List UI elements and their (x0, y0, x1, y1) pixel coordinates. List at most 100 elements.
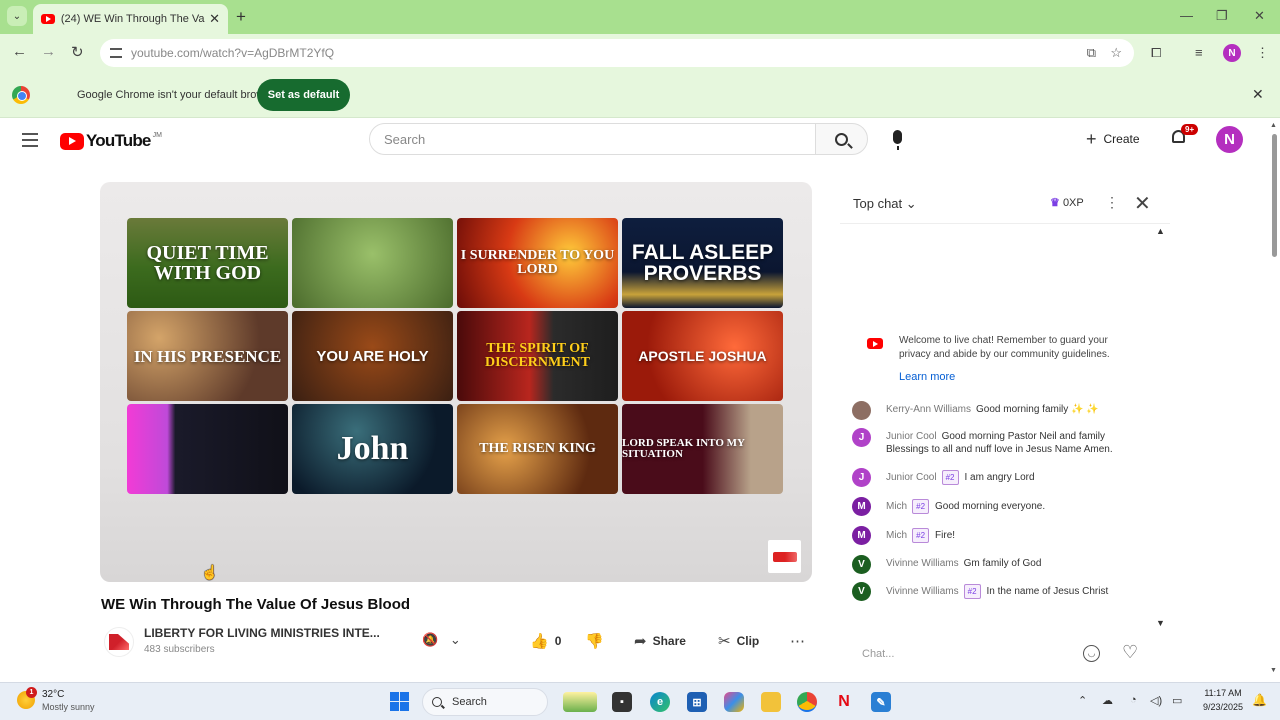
chat-author-avatar[interactable]: J (852, 468, 871, 487)
weather-temperature[interactable]: 32°C (42, 689, 64, 700)
app-icon[interactable]: ✎ (871, 692, 891, 712)
video-player[interactable]: QUIET TIME WITH GOD I SURRENDER TO YOU L… (100, 182, 812, 582)
clock-time[interactable]: 11:17 AM (1199, 688, 1247, 698)
chat-author-name[interactable]: Junior Cool (886, 431, 937, 442)
notification-center-icon[interactable]: 🔔 (1252, 693, 1267, 707)
scroll-down-icon[interactable]: ▼ (1270, 667, 1277, 674)
learn-more-link[interactable]: Learn more (899, 371, 1127, 383)
notification-settings-button[interactable]: 🔕 ⌄ (422, 632, 461, 648)
back-icon[interactable]: ← (12, 43, 27, 60)
volume-icon[interactable]: ◁) (1150, 694, 1162, 707)
taskbar-search[interactable]: Search (422, 688, 548, 716)
search-input[interactable] (384, 131, 784, 147)
windows-start-icon[interactable] (390, 692, 409, 711)
chat-scroll-down-icon[interactable]: ▼ (1156, 618, 1165, 628)
store-icon[interactable]: ⊞ (687, 692, 707, 712)
chat-close-icon[interactable]: ✕ (1134, 191, 1151, 216)
file-explorer-icon[interactable] (761, 692, 781, 712)
chat-author-avatar[interactable]: V (852, 582, 871, 601)
end-screen-video[interactable] (292, 218, 453, 308)
like-button[interactable]: 👍 0 (530, 632, 561, 650)
bookmark-star-icon[interactable]: ☆ (1110, 45, 1122, 61)
chat-mode-selector[interactable]: Top chat ⌄ (853, 196, 917, 212)
install-app-icon[interactable]: ⧉ (1087, 45, 1096, 61)
search-button[interactable] (815, 123, 868, 155)
end-screen-video[interactable]: APOSTLE JOSHUA (622, 311, 783, 401)
chrome-profile-avatar[interactable]: N (1223, 44, 1241, 62)
wifi-icon[interactable]: ◔ (1130, 694, 1137, 706)
end-screen-video[interactable]: QUIET TIME WITH GOD (127, 218, 288, 308)
widgets-icon[interactable] (563, 692, 597, 712)
chat-author-avatar[interactable] (852, 401, 871, 420)
account-avatar[interactable]: N (1216, 126, 1243, 153)
chat-author-name[interactable]: Vivinne Williams (886, 586, 959, 597)
chrome-menu-icon[interactable]: ⋮ (1256, 45, 1269, 61)
reload-icon[interactable]: ↻ (71, 43, 84, 61)
clip-button[interactable]: ✂ Clip (718, 632, 759, 650)
end-screen-video[interactable]: IN HIS PRESENCE (127, 311, 288, 401)
site-info-icon[interactable] (110, 48, 122, 58)
search-box[interactable] (369, 123, 816, 155)
chat-author-avatar[interactable]: J (852, 428, 871, 447)
browser-tab[interactable]: (24) WE Win Through The Value ✕ (33, 4, 228, 34)
more-actions-button[interactable]: ⋯ (790, 632, 811, 650)
task-view-icon[interactable]: ▪ (612, 692, 632, 712)
chat-author-name[interactable]: Vivinne Williams (886, 558, 959, 569)
chat-author-name[interactable]: Mich (886, 530, 907, 541)
set-as-default-button[interactable]: Set as default (257, 79, 350, 111)
chat-more-icon[interactable]: ⋮ (1105, 194, 1119, 211)
extensions-icon[interactable]: ⧠ (1151, 45, 1161, 61)
end-screen-video[interactable] (127, 404, 288, 494)
chat-author-name[interactable]: Junior Cool (886, 472, 937, 483)
window-close-icon[interactable]: ✕ (1254, 8, 1265, 24)
weather-description[interactable]: Mostly sunny (42, 702, 95, 712)
address-bar[interactable]: youtube.com/watch?v=AgDBrMT2YfQ ☆ ⧉ (100, 39, 1134, 67)
clock-date[interactable]: 9/23/2025 (1199, 702, 1247, 712)
end-screen-video[interactable]: LORD SPEAK INTO MY SITUATION (622, 404, 783, 494)
end-screen-video[interactable]: John (292, 404, 453, 494)
chat-scroll-up-icon[interactable]: ▲ (1156, 226, 1165, 236)
netflix-icon[interactable]: N (834, 692, 854, 712)
infobar-close-icon[interactable]: ✕ (1252, 86, 1264, 103)
scrollbar-thumb[interactable] (1272, 134, 1277, 257)
minimize-icon[interactable]: — (1180, 8, 1193, 23)
emoji-icon[interactable]: ◡ (1083, 645, 1100, 662)
chat-author-avatar[interactable]: M (852, 497, 871, 516)
copilot-icon[interactable] (724, 692, 744, 712)
tab-close-icon[interactable]: ✕ (209, 11, 220, 27)
end-screen-video[interactable]: YOU ARE HOLY (292, 311, 453, 401)
tab-search-dropdown[interactable]: ⌄ (7, 6, 27, 26)
battery-icon[interactable]: ▭ (1172, 694, 1182, 707)
channel-avatar[interactable] (104, 627, 134, 657)
guide-menu-icon[interactable] (22, 133, 38, 151)
chat-author-name[interactable]: Mich (886, 501, 907, 512)
channel-name[interactable]: LIBERTY FOR LIVING MINISTRIES INTE... (144, 626, 380, 640)
end-screen-video[interactable]: THE SPIRIT OF DISCERNMENT (457, 311, 618, 401)
heart-icon[interactable]: ♡ (1122, 642, 1138, 663)
chat-input[interactable]: Chat... (862, 648, 1052, 660)
page-scrollbar[interactable]: ▲ ▼ (1268, 122, 1280, 682)
scroll-up-icon[interactable]: ▲ (1270, 122, 1277, 129)
edge-icon[interactable]: e (650, 692, 670, 712)
channel-watermark[interactable] (768, 540, 801, 573)
maximize-icon[interactable]: ❐ (1216, 8, 1228, 24)
chat-author-avatar[interactable]: M (852, 526, 871, 545)
notifications-button[interactable]: 9+ (1172, 124, 1199, 146)
end-screen-video[interactable]: THE RISEN KING (457, 404, 618, 494)
chat-author-name[interactable]: Kerry-Ann Williams (886, 404, 971, 415)
chrome-taskbar-icon[interactable] (797, 692, 817, 712)
create-button[interactable]: + Create (1082, 127, 1144, 151)
end-screen-video[interactable]: I SURRENDER TO YOU LORD (457, 218, 618, 308)
forward-icon[interactable]: → (41, 43, 56, 60)
end-screen-video[interactable]: FALL ASLEEP PROVERBS (622, 218, 783, 308)
dislike-button[interactable]: 👎 (585, 632, 610, 650)
xp-indicator[interactable]: ♛ 0XP (1050, 196, 1084, 209)
cloud-icon[interactable]: ☁ (1102, 694, 1113, 707)
media-control-icon[interactable]: ≡ (1195, 45, 1203, 60)
youtube-logo[interactable]: YouTube JM (60, 131, 162, 151)
voice-search-icon[interactable] (893, 130, 902, 150)
new-tab-button[interactable]: + (236, 7, 246, 27)
chat-author-avatar[interactable]: V (852, 555, 871, 574)
share-button[interactable]: ➦ Share (634, 632, 686, 650)
tray-chevron-icon[interactable]: ⌃ (1078, 694, 1087, 707)
